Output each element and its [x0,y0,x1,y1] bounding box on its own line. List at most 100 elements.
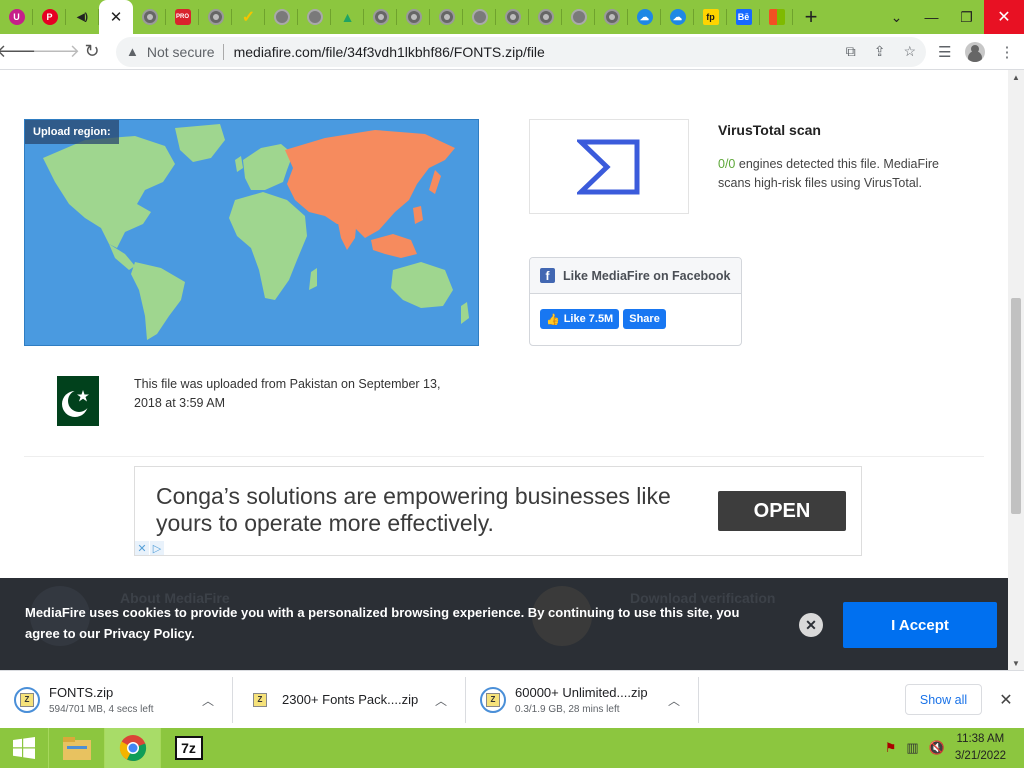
menu-kebab-icon[interactable]: ⋮ [999,43,1014,61]
cookie-notice-text: MediaFire uses cookies to provide you wi… [25,605,740,641]
virustotal-logo-icon [577,139,640,194]
freepik-icon: fp [702,9,719,25]
windows-start-icon[interactable] [0,728,48,768]
cookie-close-button[interactable]: ✕ [799,613,823,637]
behance-icon: Bē [735,9,752,25]
browser-tab[interactable] [430,0,463,34]
windows-taskbar: 7z ⚑ ▥ 🔇 11:38 AM 3/21/2022 [0,728,1024,768]
security-label[interactable]: Not secure [147,44,215,60]
browser-tab[interactable] [364,0,397,34]
virustotal-title: VirusTotal scan [718,122,821,138]
browser-tab[interactable]: ✕ [99,0,133,34]
cookie-accept-button[interactable]: I Accept [843,602,997,648]
taskbar-clock[interactable]: 11:38 AM 3/21/2022 [955,731,1006,765]
omnibox-divider [222,43,224,60]
browser-tab[interactable] [463,0,496,34]
media-control-icon[interactable]: ☰ [938,43,951,61]
file-explorer-icon[interactable] [48,728,104,768]
facebook-widget: f Like MediaFire on Facebook 👍 Like 7.5M … [529,257,742,346]
network-icon[interactable]: ▥ [906,740,918,756]
clock-date: 3/21/2022 [954,750,1006,762]
url-text[interactable]: mediafire.com/file/34f3vdh1lkbhf86/FONTS… [234,44,545,60]
bookmark-star-icon[interactable]: ☆ [903,43,916,60]
page-viewport: Upload region: VirusTotal scan 0/0 engin… [0,70,1008,670]
browser-tab[interactable]: ✓ [232,0,265,34]
facebook-like-label: Like 7.5M [563,313,614,325]
tab-search-icon[interactable]: ⌄ [879,0,914,34]
tab-strip: UP◀)✕PRO✓▲☁☁fpBē■+⌄—❐✕ [0,0,1024,34]
globe-icon [537,9,554,25]
thumbs-up-icon: 👍 [546,313,560,326]
browser-toolbar: 🡐 🡒 ↻ ▲ Not secure mediafire.com/file/34… [0,34,1024,70]
virustotal-count: 0/0 [718,157,736,171]
popup-blocked-icon[interactable]: ⧉ [846,43,856,60]
browser-tab[interactable]: ☁ [661,0,694,34]
browser-tab[interactable] [562,0,595,34]
browser-tab[interactable]: U [0,0,33,34]
show-all-downloads-button[interactable]: Show all [905,684,982,715]
chevron-up-icon[interactable]: ︿ [668,692,680,709]
pro-icon: PRO [174,9,191,25]
chevron-up-icon[interactable]: ︿ [435,692,447,709]
browser-tab[interactable] [496,0,529,34]
browser-tab[interactable]: ◀) [66,0,99,34]
download-status: 594/701 MB, 4 secs left [49,703,154,715]
facebook-like-button[interactable]: 👍 Like 7.5M [540,309,620,329]
forward-button[interactable]: 🡒 [32,36,80,68]
download-item[interactable]: Z 2300+ Fonts Pack....zip ︿ [233,676,466,723]
address-bar[interactable]: ▲ Not secure mediafire.com/file/34f3vdh1… [116,36,926,67]
close-window-icon[interactable]: ✕ [984,0,1024,34]
browser-tab[interactable] [199,0,232,34]
browser-tab[interactable] [595,0,628,34]
browser-tab[interactable] [529,0,562,34]
virustotal-description: 0/0 engines detected this file. MediaFir… [718,155,968,193]
share-icon[interactable]: ⇪ [874,43,886,60]
globe-icon [504,9,521,25]
browser-tab[interactable]: fp [694,0,727,34]
download-item[interactable]: Z 60000+ Unlimited....zip 0.3/1.9 GB, 28… [466,676,699,723]
minimize-icon[interactable]: — [914,0,949,34]
browser-tab[interactable]: P [33,0,66,34]
browser-tab[interactable] [265,0,298,34]
scroll-down-icon[interactable]: ▼ [1008,656,1024,670]
browser-tab[interactable] [133,0,166,34]
ad-open-button[interactable]: OPEN [718,491,846,531]
chevron-up-icon[interactable]: ︿ [202,692,214,709]
section-divider [24,456,984,457]
browser-tab[interactable] [397,0,430,34]
globe-icon [405,9,422,25]
volume-muted-icon[interactable]: 🔇 [929,740,945,756]
audio-playing-icon: ◀) [74,9,91,25]
pinterest-icon: P [41,9,58,25]
scroll-up-icon[interactable]: ▲ [1008,70,1024,84]
browser-tab[interactable]: ☁ [628,0,661,34]
advertisement-banner[interactable]: Conga’s solutions are empowering busines… [134,466,862,556]
scrollbar-thumb[interactable] [1011,298,1021,514]
globe-icon [141,9,158,25]
restore-icon[interactable]: ❐ [949,0,984,34]
browser-tab[interactable]: ▲ [331,0,364,34]
globe-icon [438,9,455,25]
download-item[interactable]: Z FONTS.zip 594/701 MB, 4 secs left ︿ [0,676,233,723]
close-downloads-icon[interactable]: ✕ [992,690,1020,710]
zip-progress-icon: Z [480,686,506,713]
facebook-share-button[interactable]: Share [623,309,666,329]
reload-button[interactable]: ↻ [76,36,108,68]
ad-choices-icon[interactable]: ▷ [150,541,164,555]
browser-tab[interactable]: Bē [727,0,760,34]
browser-tab[interactable]: ■ [760,0,793,34]
ad-text[interactable]: Conga’s solutions are empowering busines… [156,483,716,537]
chrome-icon[interactable] [104,728,160,768]
7zip-icon[interactable]: 7z [160,728,216,768]
facebook-widget-title[interactable]: Like MediaFire on Facebook [563,269,730,283]
page-scrollbar[interactable]: ▲ ▼ [1008,70,1024,670]
profile-avatar-icon[interactable] [965,41,986,62]
warning-icon[interactable]: ▲ [126,44,139,59]
close-tab-icon[interactable]: ✕ [110,8,123,26]
action-center-flag-icon[interactable]: ⚑ [885,740,897,756]
new-tab-button[interactable]: + [793,0,829,34]
browser-tab[interactable]: PRO [166,0,199,34]
upload-origin-text: This file was uploaded from Pakistan on … [134,377,441,410]
ad-close-icon[interactable]: ✕ [135,541,149,555]
browser-tab[interactable] [298,0,331,34]
